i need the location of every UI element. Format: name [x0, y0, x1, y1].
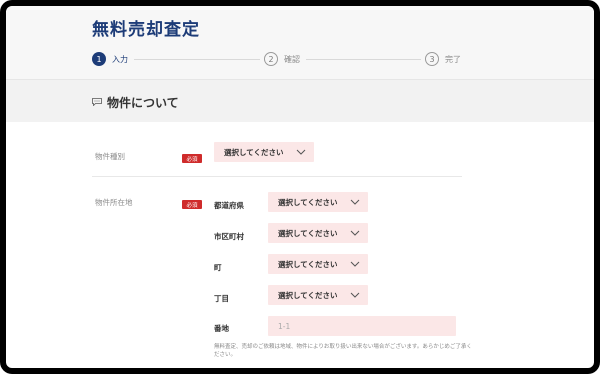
note-text: 無料査定、売却のご依頼は地域、物件によりお取り扱い出来ない場合がございます。あら…: [214, 344, 472, 358]
chevron-down-icon: [350, 292, 360, 298]
step-1: 1 入力: [92, 51, 134, 67]
section-title: 物件について: [107, 96, 179, 110]
prefecture-select-value: 選択してください: [278, 197, 338, 207]
step-3-number: 3: [425, 52, 439, 66]
chat-bubble-icon: [92, 98, 102, 106]
chevron-down-icon: [350, 199, 360, 205]
banchi-input[interactable]: [268, 316, 456, 336]
property-type-select-value: 選択してください: [224, 147, 284, 157]
city-label: 市区町村: [214, 232, 244, 241]
step-2-number: 2: [264, 52, 278, 66]
chevron-down-icon: [350, 261, 360, 267]
page: 無料売却査定 1 入力 2 確認 3 完了 物件について 物件種別 必須 選択し…: [6, 6, 594, 368]
prefecture-select[interactable]: 選択してください: [268, 192, 368, 212]
prefecture-label: 都道府県: [214, 201, 244, 210]
town-select[interactable]: 選択してください: [268, 254, 368, 274]
step-2: 2 確認: [260, 51, 306, 67]
town-label: 町: [214, 263, 222, 272]
step-3: 3 完了: [421, 51, 467, 67]
required-badge: 必須: [182, 154, 202, 163]
chome-select[interactable]: 選択してください: [268, 285, 368, 305]
step-1-label: 入力: [112, 54, 128, 64]
section-header: 物件について: [6, 79, 594, 122]
chome-select-value: 選択してください: [278, 290, 338, 300]
property-type-label: 物件種別: [95, 152, 125, 161]
required-badge: 必須: [182, 200, 202, 209]
chome-label: 丁目: [214, 294, 229, 303]
window-frame: 無料売却査定 1 入力 2 確認 3 完了 物件について 物件種別 必須 選択し…: [0, 0, 600, 374]
banchi-label: 番地: [214, 324, 229, 333]
property-type-select[interactable]: 選択してください: [214, 142, 314, 162]
divider: [92, 176, 462, 177]
location-label: 物件所在地: [95, 198, 133, 207]
step-1-number: 1: [92, 52, 106, 66]
city-select-value: 選択してください: [278, 228, 338, 238]
header: 無料売却査定 1 入力 2 確認 3 完了: [6, 6, 594, 79]
chevron-down-icon: [296, 149, 306, 155]
page-title: 無料売却査定: [92, 20, 200, 40]
step-3-label: 完了: [445, 54, 461, 64]
city-select[interactable]: 選択してください: [268, 223, 368, 243]
chevron-down-icon: [350, 230, 360, 236]
step-2-label: 確認: [284, 54, 300, 64]
town-select-value: 選択してください: [278, 259, 338, 269]
